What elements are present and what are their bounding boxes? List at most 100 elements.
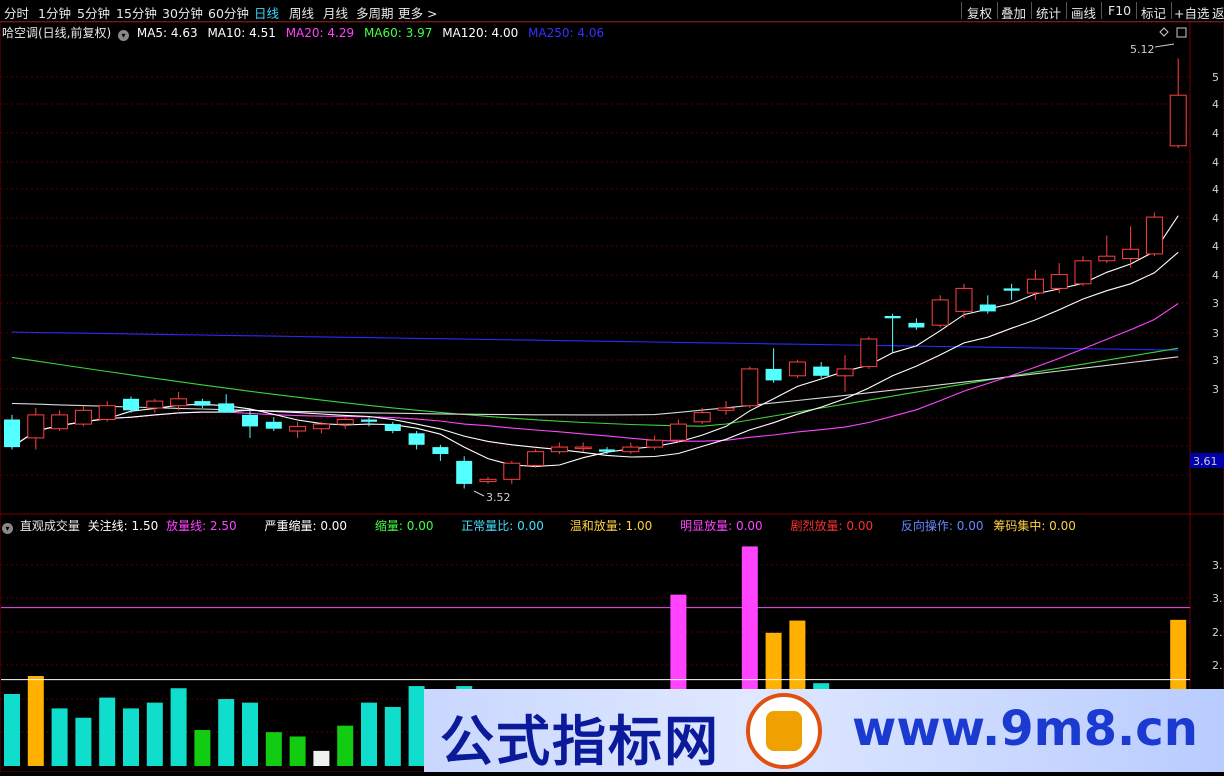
candle-body bbox=[242, 414, 258, 427]
candle-body bbox=[456, 460, 473, 484]
candle-body bbox=[860, 338, 878, 368]
candle-body bbox=[550, 446, 568, 453]
volume-bar bbox=[361, 702, 377, 766]
volume-bar bbox=[170, 688, 187, 766]
candle-body bbox=[218, 403, 235, 413]
candle-body bbox=[1145, 216, 1163, 255]
volume-bar bbox=[4, 694, 20, 766]
volume-bar bbox=[384, 706, 401, 766]
low-arrow bbox=[473, 490, 485, 497]
candle-body bbox=[384, 424, 401, 431]
y-axis-label: 4 bbox=[1212, 156, 1219, 169]
candle-body bbox=[693, 412, 711, 423]
candle-body bbox=[170, 398, 188, 407]
watermark-banner: 公式指标网 www.9m8.cn bbox=[424, 689, 1224, 773]
candle-body bbox=[265, 421, 282, 429]
volume-bar bbox=[27, 676, 44, 766]
candle-body bbox=[479, 478, 497, 483]
volume-bar bbox=[75, 717, 92, 766]
candle-body bbox=[146, 400, 164, 409]
chart-canvas[interactable]: 5444444433335.123.523.613.3.2.2.1.1. bbox=[0, 0, 1224, 772]
volume-bar bbox=[337, 725, 354, 766]
candle-body bbox=[27, 414, 45, 439]
candle-body bbox=[408, 433, 425, 445]
volume-bar bbox=[242, 702, 258, 766]
low-price-label: 3.52 bbox=[486, 491, 511, 504]
candle-body bbox=[1026, 278, 1044, 294]
ma20-line bbox=[11, 303, 1179, 448]
candle-body bbox=[123, 398, 139, 411]
watermark-url: www.9m8.cn bbox=[852, 701, 1198, 757]
volume-bar bbox=[146, 702, 163, 766]
volume-bar bbox=[408, 686, 425, 766]
candle-body bbox=[931, 299, 949, 326]
candle-body bbox=[312, 423, 330, 430]
y-axis-label: 2. bbox=[1212, 626, 1223, 639]
candle-body bbox=[788, 361, 806, 377]
candle-body bbox=[361, 419, 377, 422]
y-axis-label: 3. bbox=[1212, 592, 1223, 605]
candle-body bbox=[646, 439, 664, 448]
candle-body bbox=[717, 407, 735, 411]
ma10-line bbox=[11, 251, 1179, 458]
volume-bar bbox=[51, 708, 68, 766]
volume-bar bbox=[218, 699, 235, 766]
chart-frame bbox=[0, 21, 1224, 772]
y-axis-label: 3 bbox=[1212, 383, 1219, 396]
candle-body bbox=[1122, 248, 1140, 260]
candle-body bbox=[4, 419, 20, 448]
ma250-line bbox=[11, 331, 1179, 351]
candle-body bbox=[884, 316, 901, 319]
candle-body bbox=[599, 449, 615, 452]
candle-body bbox=[1169, 94, 1187, 147]
candle-body bbox=[98, 405, 116, 421]
window-icon bbox=[1176, 27, 1187, 38]
volume-bar bbox=[194, 730, 211, 766]
candle-body bbox=[979, 304, 996, 312]
candle-body bbox=[669, 423, 687, 441]
candle-body bbox=[1074, 260, 1092, 285]
candle-body bbox=[955, 287, 973, 312]
y-axis-label: 4 bbox=[1212, 127, 1219, 140]
candle-body bbox=[1003, 288, 1020, 291]
y-axis-label: 4 bbox=[1212, 98, 1219, 111]
candle-body bbox=[194, 401, 211, 406]
candle-body bbox=[51, 414, 69, 430]
high-arrow bbox=[1154, 43, 1175, 48]
candle-body bbox=[1050, 274, 1068, 289]
volume-bar bbox=[123, 708, 139, 766]
volume-bar bbox=[289, 736, 306, 766]
y-axis-label: 4 bbox=[1212, 212, 1219, 225]
y-axis-label: 2. bbox=[1212, 659, 1223, 672]
candle-body bbox=[622, 446, 640, 453]
candle-body bbox=[1098, 255, 1116, 262]
y-axis-label: 5 bbox=[1212, 71, 1219, 84]
y-axis-label: 3 bbox=[1212, 354, 1219, 367]
diamond-icon bbox=[1159, 27, 1169, 37]
current-price-label: 3.61 bbox=[1193, 455, 1218, 468]
volume-bar bbox=[99, 697, 116, 766]
y-axis-label: 4 bbox=[1212, 269, 1219, 282]
watermark-logo bbox=[746, 693, 822, 769]
y-axis-label: 3 bbox=[1212, 297, 1219, 310]
candle-body bbox=[836, 368, 854, 377]
candle-body bbox=[336, 419, 354, 425]
watermark-text: 公式指标网 bbox=[440, 710, 720, 773]
y-axis-label: 3. bbox=[1212, 559, 1223, 572]
candle-body bbox=[527, 451, 545, 467]
candle-body bbox=[74, 409, 92, 425]
volume-bar bbox=[313, 750, 330, 766]
candle-body bbox=[432, 447, 449, 454]
y-axis-label: 4 bbox=[1212, 240, 1219, 253]
candle-body bbox=[289, 425, 307, 432]
high-price-label: 5.12 bbox=[1130, 43, 1155, 56]
volume-bar bbox=[265, 732, 282, 766]
candle-body bbox=[574, 446, 592, 450]
candle-body bbox=[908, 322, 925, 328]
y-axis-label: 4 bbox=[1212, 183, 1219, 196]
candle-body bbox=[765, 368, 782, 381]
y-axis-label: 3 bbox=[1212, 327, 1219, 340]
candle-body bbox=[741, 368, 759, 407]
candle-body bbox=[813, 366, 830, 376]
candle-body bbox=[503, 462, 521, 480]
